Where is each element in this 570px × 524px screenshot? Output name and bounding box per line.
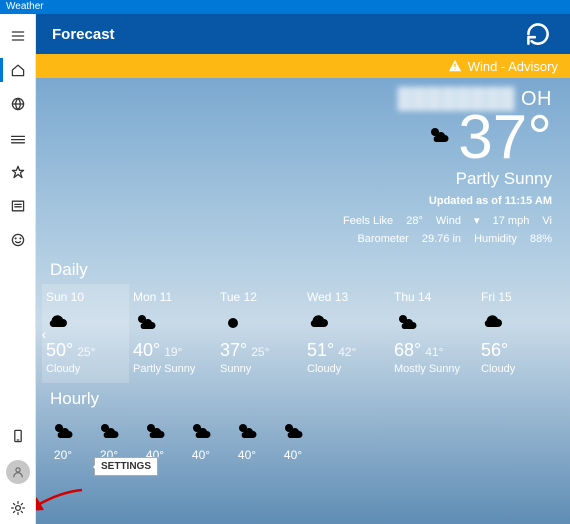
day-tile[interactable]: Sun 1050°25°Cloudy — [42, 284, 129, 383]
hour-tile[interactable]: 20° — [96, 419, 122, 462]
hour-tile[interactable]: 40° — [234, 419, 260, 462]
main-panel: Forecast Wind - Advisory ████████ OH 37°… — [36, 14, 570, 524]
day-tile[interactable]: Thu 1468°41°Mostly Sunny — [390, 284, 477, 383]
current-temp: 37° — [458, 107, 552, 169]
sidebar-item-historical[interactable] — [0, 122, 36, 154]
hour-tile[interactable]: 40° — [142, 419, 168, 462]
updated-time: Updated as of 11:15 AM — [36, 195, 552, 207]
sidebar-item-mobile[interactable] — [0, 420, 36, 452]
header-bar: Forecast — [36, 14, 570, 54]
advisory-banner[interactable]: Wind - Advisory — [36, 54, 570, 78]
hour-tile[interactable]: 20° — [50, 419, 76, 462]
hourly-heading: Hourly — [36, 383, 570, 413]
hamburger-button[interactable] — [0, 20, 36, 52]
hour-tile[interactable]: 40° — [280, 419, 306, 462]
current-condition: Partly Sunny — [36, 169, 552, 189]
daily-prev-button[interactable]: ‹ — [36, 314, 54, 354]
sidebar-item-account[interactable] — [6, 460, 30, 484]
settings-tooltip: SETTINGS — [94, 457, 158, 476]
sidebar-item-favorites[interactable] — [0, 156, 36, 188]
page-title: Forecast — [52, 26, 115, 43]
sidebar-item-settings[interactable] — [0, 492, 36, 524]
daily-forecast: ‹ Sun 1050°25°CloudyMon 1140°19°Partly S… — [36, 284, 570, 383]
current-conditions: ████████ OH 37° Partly Sunny Updated as … — [36, 78, 570, 254]
partly-sunny-icon — [426, 123, 452, 154]
day-tile[interactable]: Tue 1237°25°Sunny — [216, 284, 303, 383]
hour-tile[interactable]: 40° — [188, 419, 214, 462]
window-titlebar: Weather — [0, 0, 570, 14]
warning-icon — [448, 59, 462, 73]
sidebar-item-feedback[interactable] — [0, 224, 36, 256]
day-tile[interactable]: Fri 1556°Cloudy — [477, 284, 564, 383]
app-name: Weather — [6, 1, 44, 12]
advisory-text: Wind - Advisory — [468, 59, 558, 74]
hourly-forecast: 20° 20° 40° 40° 40° 40° — [36, 413, 570, 462]
day-tile[interactable]: Mon 1140°19°Partly Sunny — [129, 284, 216, 383]
current-details: Feels Like 28° Wind ▾ 17 mph Vi Baromete… — [36, 213, 552, 248]
sidebar — [0, 14, 36, 524]
day-tile[interactable]: Wed 1351°42°Cloudy — [303, 284, 390, 383]
sidebar-item-forecast[interactable] — [0, 54, 36, 86]
sidebar-item-maps[interactable] — [0, 88, 36, 120]
daily-heading: Daily — [36, 254, 570, 284]
sidebar-item-news[interactable] — [0, 190, 36, 222]
refresh-button[interactable] — [522, 18, 554, 50]
